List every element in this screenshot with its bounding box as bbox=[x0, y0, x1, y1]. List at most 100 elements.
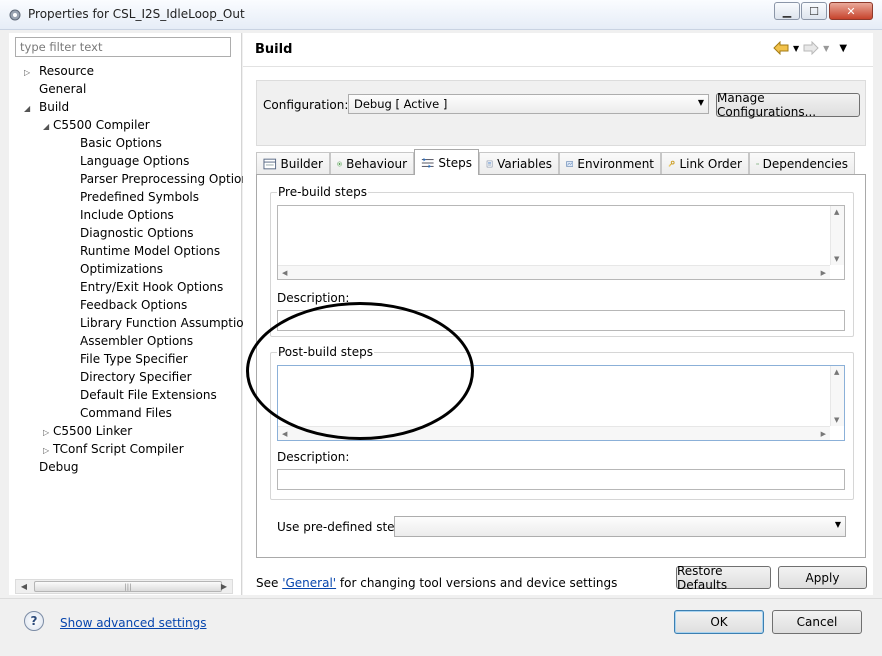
minimize-button[interactable]: ▁ bbox=[774, 2, 800, 20]
tree-item-label: Language Options bbox=[80, 154, 190, 168]
prebuild-description-field[interactable] bbox=[277, 310, 845, 331]
tree-item-label: General bbox=[39, 82, 87, 96]
tree-item[interactable]: Diagnostic Options bbox=[62, 224, 194, 242]
filter-input[interactable]: type filter text bbox=[15, 37, 231, 57]
prebuild-steps-textarea[interactable]: ▲ ▼ ◀ ▶ bbox=[277, 205, 845, 280]
postbuild-label: Post-build steps bbox=[277, 345, 374, 359]
tree-item-label: Build bbox=[39, 100, 70, 114]
tree-item-label: Entry/Exit Hook Options bbox=[80, 280, 224, 294]
apply-button[interactable]: Apply bbox=[778, 566, 867, 589]
tree-item[interactable]: ◢ C5500 Compiler bbox=[43, 116, 150, 136]
tree-item[interactable]: Directory Specifier bbox=[62, 368, 192, 386]
tree-item[interactable]: ◢ Build bbox=[24, 98, 69, 118]
predefined-step-select[interactable]: ▼ bbox=[394, 516, 846, 537]
configuration-label: Configuration: bbox=[263, 98, 349, 112]
tree-item[interactable]: Runtime Model Options bbox=[62, 242, 220, 260]
tree-item-label: Parser Preprocessing Options bbox=[80, 172, 256, 186]
close-button[interactable]: ✕ bbox=[829, 2, 873, 20]
back-dropdown-icon[interactable]: ▼ bbox=[793, 44, 799, 53]
tree-item-label: Assembler Options bbox=[80, 334, 194, 348]
prebuild-description-label: Description: bbox=[277, 291, 350, 305]
postbuild-description-field[interactable] bbox=[277, 469, 845, 490]
tab-link-order[interactable]: Link Order bbox=[661, 152, 749, 174]
tree-horizontal-scrollbar[interactable]: ◀ ||| ▶ bbox=[15, 579, 233, 594]
tab-variables[interactable]: Variables bbox=[479, 152, 559, 174]
tree-item[interactable]: Command Files bbox=[62, 404, 172, 422]
tab-builder-label: Builder bbox=[280, 156, 323, 171]
tree-item[interactable]: Predefined Symbols bbox=[62, 188, 199, 206]
tab-steps[interactable]: Steps bbox=[414, 149, 479, 175]
variables-icon bbox=[486, 160, 493, 167]
tab-link-order-label: Link Order bbox=[679, 156, 743, 171]
back-arrow-icon[interactable] bbox=[773, 41, 789, 55]
tree-item[interactable]: File Type Specifier bbox=[62, 350, 188, 368]
tree-item-label: Command Files bbox=[80, 406, 172, 420]
show-advanced-settings-link[interactable]: Show advanced settings bbox=[60, 616, 207, 630]
tree-item[interactable]: Basic Options bbox=[62, 134, 162, 152]
configuration-select[interactable]: Debug [ Active ] ▼ bbox=[348, 94, 709, 114]
general-hint: See 'General' for changing tool versions… bbox=[256, 576, 617, 590]
prebuild-vertical-scrollbar[interactable]: ▲ ▼ bbox=[830, 206, 844, 265]
environment-icon bbox=[566, 160, 574, 167]
help-icon[interactable]: ? bbox=[24, 611, 44, 631]
general-hint-suffix: for changing tool versions and device se… bbox=[336, 576, 618, 590]
forward-arrow-icon[interactable] bbox=[803, 41, 819, 55]
window-title: Properties for CSL_I2S_IdleLoop_Out bbox=[28, 7, 245, 21]
expand-arrow-icon[interactable]: ◢ bbox=[43, 118, 53, 136]
tree-item[interactable]: ▷ TConf Script Compiler bbox=[43, 440, 184, 460]
dependencies-icon bbox=[756, 162, 759, 165]
tree-item[interactable]: Assembler Options bbox=[62, 332, 193, 350]
tab-environment[interactable]: Environment bbox=[559, 152, 661, 174]
tree-item[interactable]: Debug bbox=[24, 458, 78, 476]
postbuild-horizontal-scrollbar[interactable]: ◀ ▶ bbox=[278, 426, 830, 440]
maximize-button[interactable]: ☐ bbox=[801, 2, 827, 20]
tree-item-label: TConf Script Compiler bbox=[53, 442, 184, 456]
bottom-separator bbox=[0, 598, 882, 599]
page-navigation: ▼ ▼ ▼ bbox=[773, 40, 869, 56]
tree-item-label: Runtime Model Options bbox=[80, 244, 221, 258]
expand-arrow-icon[interactable]: ◢ bbox=[24, 100, 39, 118]
restore-defaults-button[interactable]: Restore Defaults bbox=[676, 564, 771, 592]
prebuild-horizontal-scrollbar[interactable]: ◀ ▶ bbox=[278, 265, 830, 279]
tree-item-label: Library Function Assumption bbox=[80, 316, 252, 330]
forward-dropdown-icon[interactable]: ▼ bbox=[823, 44, 829, 53]
tree-item-label: Basic Options bbox=[80, 136, 162, 150]
tree-item[interactable]: Feedback Options bbox=[62, 296, 187, 314]
tree-item[interactable]: Include Options bbox=[62, 206, 174, 224]
postbuild-vertical-scrollbar[interactable]: ▲ ▼ bbox=[830, 366, 844, 426]
tree-item[interactable]: Entry/Exit Hook Options bbox=[62, 278, 223, 296]
tab-environment-label: Environment bbox=[577, 156, 654, 171]
tree-item[interactable]: Library Function Assumption bbox=[62, 314, 251, 332]
cancel-button[interactable]: Cancel bbox=[772, 610, 862, 634]
chevron-down-icon: ▼ bbox=[697, 98, 704, 107]
tree-item[interactable]: Language Options bbox=[62, 152, 189, 170]
postbuild-description-label: Description: bbox=[277, 450, 350, 464]
ok-button[interactable]: OK bbox=[674, 610, 764, 634]
steps-icon bbox=[421, 157, 434, 168]
tree-item-label: Feedback Options bbox=[80, 298, 188, 312]
tab-dependencies[interactable]: Dependencies bbox=[749, 152, 855, 174]
app-gear-icon bbox=[9, 9, 21, 21]
scroll-right-arrow-icon[interactable]: ▶ bbox=[216, 580, 232, 593]
behaviour-icon bbox=[337, 161, 342, 166]
tree-item[interactable]: General bbox=[24, 80, 86, 98]
general-link[interactable]: 'General' bbox=[282, 576, 336, 590]
tab-behaviour-label: Behaviour bbox=[346, 156, 407, 171]
view-menu-icon[interactable]: ▼ bbox=[839, 43, 847, 54]
link-order-icon bbox=[668, 160, 675, 167]
tree-item[interactable]: Parser Preprocessing Options bbox=[62, 170, 255, 188]
tree-item[interactable]: ▷ C5500 Linker bbox=[43, 422, 132, 442]
tree-item[interactable]: Default File Extensions bbox=[62, 386, 217, 404]
title-separator bbox=[243, 66, 873, 67]
manage-configurations-button[interactable]: Manage Configurations... bbox=[716, 91, 860, 119]
tab-behaviour[interactable]: Behaviour bbox=[330, 152, 414, 174]
tab-variables-label: Variables bbox=[497, 156, 552, 171]
tab-builder[interactable]: Builder bbox=[256, 152, 330, 174]
scroll-left-arrow-icon[interactable]: ◀ bbox=[16, 580, 32, 593]
tree-item[interactable]: Optimizations bbox=[62, 260, 163, 278]
tab-dependencies-label: Dependencies bbox=[762, 156, 848, 171]
postbuild-steps-textarea[interactable]: ▲ ▼ ◀ ▶ bbox=[277, 365, 845, 441]
scroll-thumb[interactable]: ||| bbox=[34, 581, 222, 592]
tab-steps-label: Steps bbox=[438, 155, 472, 170]
tree-item[interactable]: ▷ Resource bbox=[24, 62, 94, 82]
